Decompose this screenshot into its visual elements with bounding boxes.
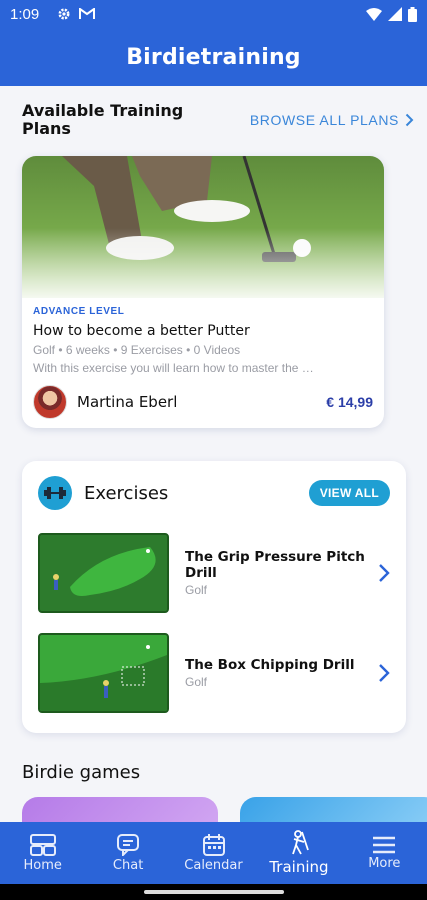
gesture-bar xyxy=(0,884,427,900)
nav-label-home: Home xyxy=(23,857,62,873)
browse-all-plans-link[interactable]: BROWSE ALL PLANS xyxy=(250,112,414,128)
plans-section-header: Available Training Plans BROWSE ALL PLAN… xyxy=(22,102,414,138)
nav-item-training[interactable]: Training xyxy=(256,822,341,884)
plan-price: € 14,99 xyxy=(326,394,373,410)
author-name: Martina Eberl xyxy=(77,393,178,411)
nav-item-calendar[interactable]: Calendar xyxy=(171,822,256,884)
nav-item-more[interactable]: More xyxy=(342,822,427,884)
app-bar: Birdietraining xyxy=(0,28,427,86)
exercises-title: Exercises xyxy=(84,482,169,504)
app-title: Birdietraining xyxy=(126,44,301,70)
view-all-button[interactable]: VIEW ALL xyxy=(308,480,390,506)
nav-label-more: More xyxy=(368,855,401,871)
dumbbell-icon xyxy=(38,476,72,510)
battery-icon xyxy=(408,6,417,22)
games-section-title: Birdie games xyxy=(22,762,141,783)
exercise-thumbnail xyxy=(38,533,169,613)
training-plan-card[interactable]: ADVANCE LEVEL How to become a better Put… xyxy=(22,156,384,428)
plan-body: ADVANCE LEVEL How to become a better Put… xyxy=(22,298,384,427)
exercise-sport: Golf xyxy=(185,583,208,597)
gmail-icon xyxy=(79,8,96,19)
status-left: 1:09 xyxy=(10,5,96,23)
plan-image xyxy=(22,156,384,298)
chevron-right-icon xyxy=(378,663,390,683)
status-time: 1:09 xyxy=(10,5,40,23)
exercise-item[interactable]: The Box Chipping Drill Golf xyxy=(38,633,390,713)
golfer-icon xyxy=(292,830,309,855)
plan-footer: Martina Eberl € 14,99 xyxy=(33,385,373,419)
menu-icon xyxy=(373,836,396,853)
exercises-card: Exercises VIEW ALL The Grip Pressure Pit… xyxy=(22,461,406,733)
nav-label-training: Training xyxy=(269,858,329,876)
plan-description: With this exercise you will learn how to… xyxy=(33,361,314,375)
calendar-icon xyxy=(202,833,225,856)
plans-section-title: Available Training Plans xyxy=(22,101,184,138)
chat-icon xyxy=(117,833,140,856)
nav-item-home[interactable]: Home xyxy=(0,822,85,884)
nav-label-calendar: Calendar xyxy=(184,857,243,873)
exercise-name: The Grip Pressure Pitch Drill xyxy=(185,549,365,581)
exercise-info: The Grip Pressure Pitch Drill Golf xyxy=(185,549,365,597)
plan-meta: Golf • 6 weeks • 9 Exercises • 0 Videos xyxy=(33,343,241,357)
home-gesture-handle[interactable] xyxy=(143,890,284,894)
exercise-sport: Golf xyxy=(185,675,208,689)
exercise-name: The Box Chipping Drill xyxy=(185,657,355,673)
bottom-navigation: Home Chat Calendar Training More xyxy=(0,822,427,884)
image-fade xyxy=(22,228,384,298)
status-right xyxy=(366,6,417,22)
exercise-info: The Box Chipping Drill Golf xyxy=(185,657,365,689)
status-bar: 1:09 xyxy=(0,0,427,28)
settings-gear-icon xyxy=(58,8,70,20)
author-avatar xyxy=(33,385,67,419)
exercise-item[interactable]: The Grip Pressure Pitch Drill Golf xyxy=(38,533,390,613)
plan-level: ADVANCE LEVEL xyxy=(33,306,125,317)
signal-icon xyxy=(388,7,402,21)
screen: 1:09 Birdietraining Available Training P… xyxy=(0,0,427,900)
chevron-right-icon xyxy=(378,563,390,583)
browse-all-plans-label: BROWSE ALL PLANS xyxy=(249,112,399,128)
nav-item-chat[interactable]: Chat xyxy=(85,822,170,884)
exercises-header: Exercises VIEW ALL xyxy=(38,476,390,510)
chevron-right-icon xyxy=(405,113,414,127)
plan-title: How to become a better Putter xyxy=(33,323,250,339)
exercise-thumbnail xyxy=(38,633,169,713)
wifi-icon xyxy=(366,7,382,21)
nav-label-chat: Chat xyxy=(112,857,144,873)
home-icon xyxy=(29,833,56,856)
